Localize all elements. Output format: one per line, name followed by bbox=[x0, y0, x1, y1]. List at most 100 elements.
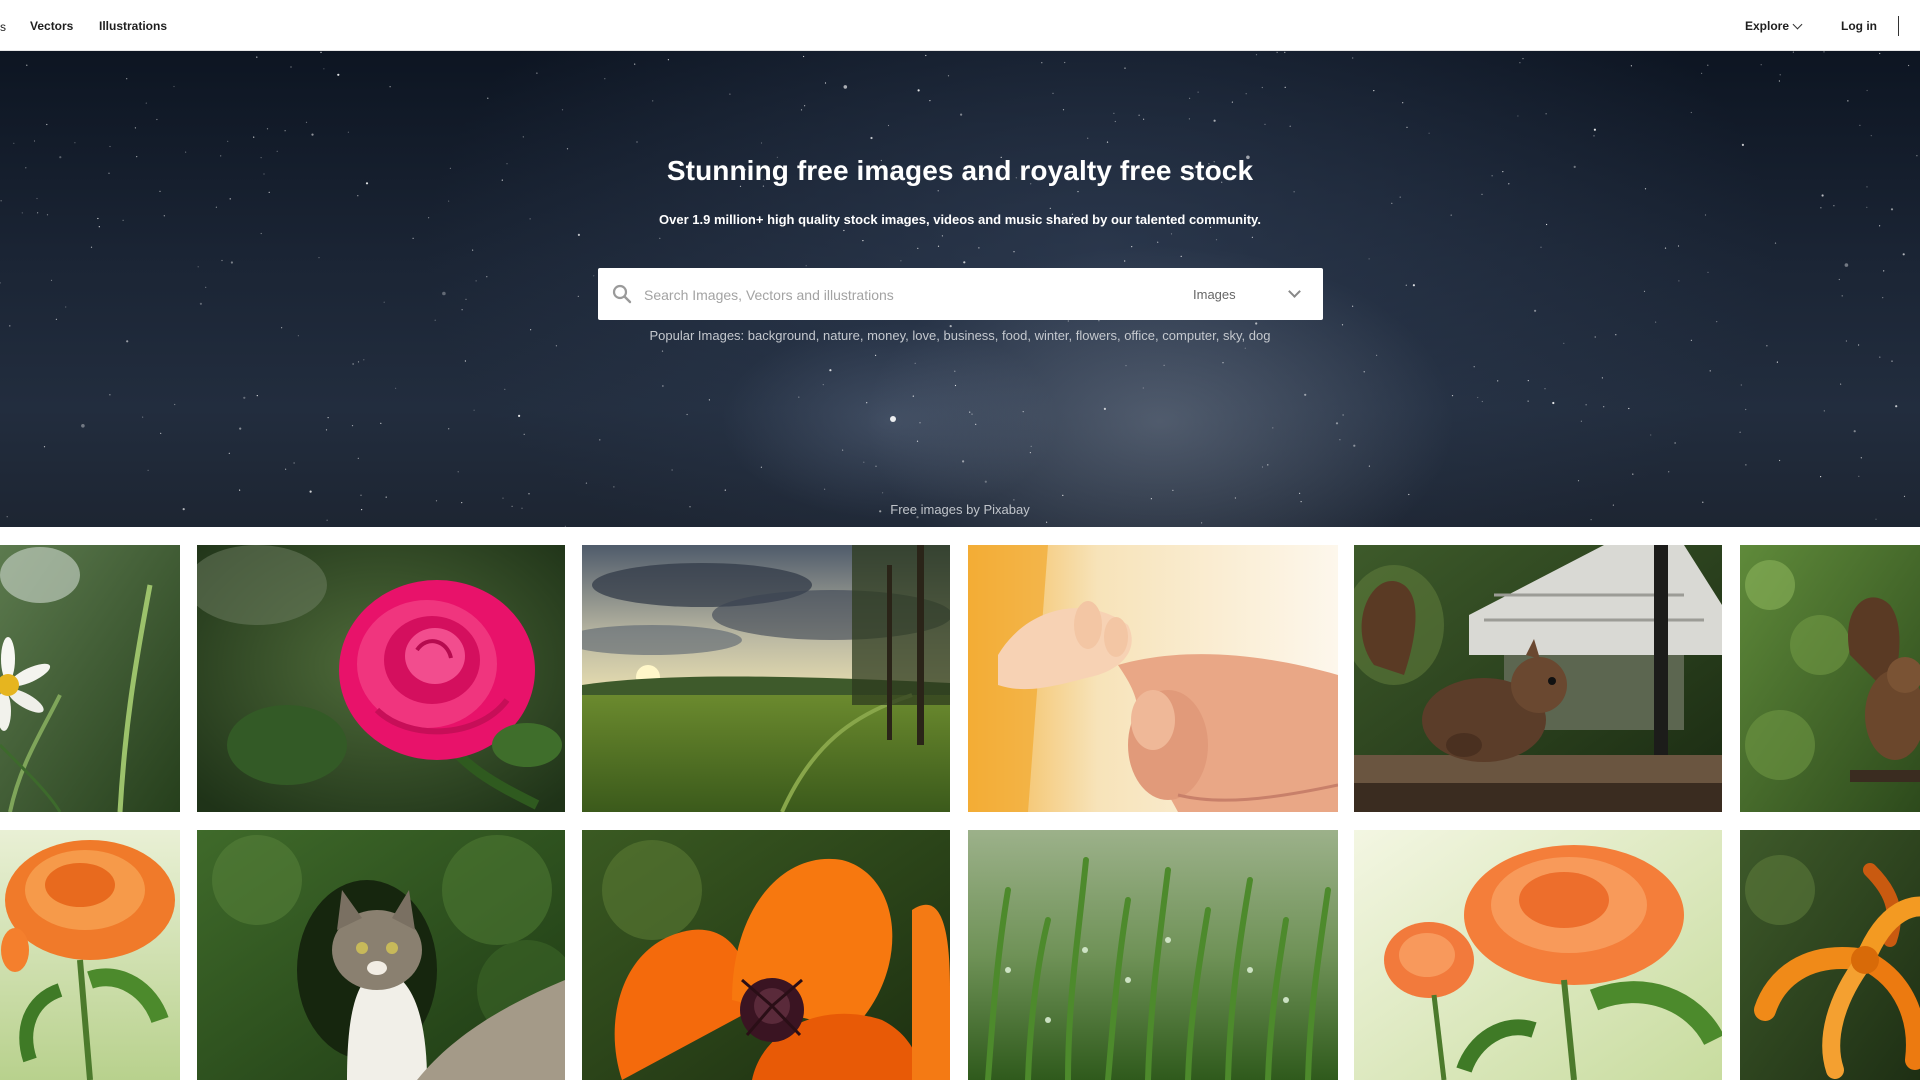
star-dot bbox=[229, 198, 231, 200]
popular-tag[interactable]: money bbox=[867, 328, 905, 343]
orange-rose-photo[interactable] bbox=[0, 830, 180, 1080]
star-dot bbox=[352, 363, 354, 365]
star-dot bbox=[1779, 459, 1781, 462]
star-dot bbox=[1353, 444, 1356, 447]
star-dot bbox=[912, 395, 914, 397]
star-dot bbox=[126, 78, 128, 80]
star-dot bbox=[1284, 86, 1286, 88]
field-sunset-photo[interactable] bbox=[582, 545, 950, 812]
pink-rose-photo[interactable] bbox=[197, 545, 565, 812]
daisy-photo[interactable] bbox=[0, 545, 180, 812]
star-dot bbox=[1473, 366, 1475, 368]
star-dot bbox=[1792, 51, 1794, 53]
login-link[interactable]: Log in bbox=[1841, 19, 1877, 33]
star-dot bbox=[1234, 497, 1236, 499]
star-dot bbox=[305, 121, 308, 123]
chevron-down-icon bbox=[1792, 19, 1803, 29]
search-icon[interactable] bbox=[612, 284, 632, 309]
popular-tag[interactable]: computer bbox=[1162, 328, 1215, 343]
star-dot bbox=[385, 496, 387, 498]
popular-tag[interactable]: dog bbox=[1249, 328, 1271, 343]
star-dot bbox=[1064, 61, 1066, 64]
star-dot bbox=[708, 399, 711, 401]
star-dot bbox=[1451, 395, 1454, 397]
star-dot bbox=[1481, 400, 1483, 403]
star-dot bbox=[1087, 137, 1089, 139]
star-dot bbox=[1879, 52, 1881, 55]
star-dot bbox=[389, 86, 391, 88]
star-dot bbox=[1632, 473, 1634, 475]
star-dot bbox=[357, 195, 359, 197]
star-dot bbox=[1821, 194, 1824, 197]
star-dot bbox=[916, 440, 919, 442]
star-dot bbox=[613, 486, 615, 488]
popular-tag[interactable]: flowers bbox=[1076, 328, 1117, 343]
star-dot bbox=[1197, 91, 1199, 93]
dewy-grass-photo[interactable] bbox=[968, 830, 1338, 1080]
nav-link-vectors[interactable]: Vectors bbox=[30, 19, 73, 33]
peach-roses-photo[interactable] bbox=[1354, 830, 1722, 1080]
search-type-select[interactable]: Images bbox=[1193, 268, 1323, 320]
star-dot bbox=[984, 480, 987, 483]
star-dot bbox=[1138, 114, 1140, 116]
popular-tag[interactable]: office bbox=[1124, 328, 1155, 343]
star-dot bbox=[1774, 242, 1777, 244]
star-dot bbox=[1373, 90, 1375, 92]
baby-hand-photo[interactable] bbox=[968, 545, 1338, 812]
squirrel-feeder-photo[interactable] bbox=[1354, 545, 1722, 812]
star-dot bbox=[156, 118, 158, 121]
bright-star bbox=[890, 416, 896, 422]
star-dot bbox=[1866, 89, 1868, 92]
star-dot bbox=[1540, 246, 1542, 248]
star-dot bbox=[1866, 206, 1868, 208]
star-dot bbox=[822, 384, 824, 386]
star-dot bbox=[1172, 489, 1174, 491]
search-input[interactable] bbox=[642, 280, 1246, 310]
star-dot bbox=[1289, 125, 1291, 127]
star-dot bbox=[1838, 278, 1840, 281]
star-dot bbox=[686, 413, 688, 416]
star-dot bbox=[1545, 113, 1547, 115]
star-dot bbox=[26, 64, 28, 66]
star-dot bbox=[1022, 411, 1024, 413]
star-dot bbox=[1052, 92, 1054, 94]
star-dot bbox=[55, 318, 58, 320]
popular-tag[interactable]: business bbox=[943, 328, 994, 343]
explore-menu[interactable]: Explore bbox=[1745, 19, 1803, 33]
star-dot bbox=[971, 413, 973, 415]
star-dot bbox=[1264, 123, 1266, 125]
orange-poppy-photo[interactable] bbox=[582, 830, 950, 1080]
star-dot bbox=[1701, 72, 1703, 74]
popular-tag[interactable]: background bbox=[748, 328, 816, 343]
popular-tag[interactable]: sky bbox=[1223, 328, 1242, 343]
star-dot bbox=[1766, 345, 1768, 347]
star-dot bbox=[1304, 393, 1307, 396]
popular-tag[interactable]: food bbox=[1002, 328, 1027, 343]
popular-tag[interactable]: love bbox=[912, 328, 936, 343]
popular-label: Popular Images: bbox=[649, 328, 745, 343]
star-dot bbox=[1428, 132, 1430, 134]
star-dot bbox=[1098, 320, 1100, 322]
star-dot bbox=[536, 72, 538, 74]
cat-hedge-photo[interactable] bbox=[197, 830, 565, 1080]
star-dot bbox=[1399, 196, 1401, 198]
star-dot bbox=[593, 275, 595, 277]
star-dot bbox=[442, 291, 446, 296]
star-dot bbox=[1883, 270, 1885, 272]
star-dot bbox=[1664, 247, 1667, 249]
star-dot bbox=[1644, 188, 1647, 190]
orange-lily-photo[interactable] bbox=[1740, 830, 1920, 1080]
star-dot bbox=[1585, 404, 1587, 406]
nav-link-illustrations[interactable]: Illustrations bbox=[99, 19, 167, 33]
star-dot bbox=[863, 461, 865, 463]
squirrel-tree-photo[interactable] bbox=[1740, 545, 1920, 812]
nav-edge-fragment[interactable]: s bbox=[0, 20, 6, 34]
popular-tag[interactable]: winter bbox=[1035, 328, 1069, 343]
star-dot bbox=[914, 362, 916, 364]
hero-credit-link[interactable]: Free images by Pixabay bbox=[0, 502, 1920, 517]
popular-tag[interactable]: nature bbox=[823, 328, 860, 343]
star-dot bbox=[199, 302, 202, 305]
star-dot bbox=[1823, 410, 1825, 412]
star-dot bbox=[1170, 233, 1173, 235]
star-dot bbox=[528, 493, 530, 495]
